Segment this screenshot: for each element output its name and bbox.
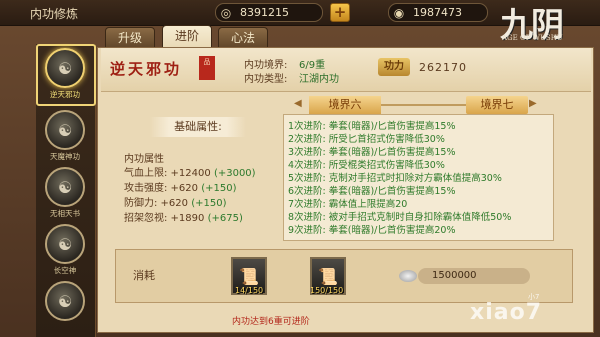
skill-item-2[interactable]: ☯ 无相天书 — [44, 167, 86, 221]
type-value: 江湖内功 — [299, 74, 339, 85]
skill-item-label: 长空神 — [53, 266, 77, 275]
advance-item: 5次进阶: 克制对手招式时扣除对方霸体值提高30% — [288, 173, 502, 184]
base-attributes-title: 基础属性: — [150, 117, 246, 137]
skill-item-4[interactable]: ☯ — [44, 281, 86, 335]
gold-ingot-icon: ◉ — [393, 5, 405, 20]
item-count: 14/150 — [235, 286, 264, 295]
skill-item-label: 天魔神功 — [50, 152, 80, 161]
attribute-bonus: (+150) — [191, 198, 227, 209]
skill-item-label: 无相天书 — [50, 209, 80, 218]
advance-item: 7次进阶: 霸体值上限提高20 — [288, 199, 408, 210]
attribute-label: 攻击强度: +620 — [124, 183, 199, 194]
power-badge: 功力 — [378, 58, 410, 76]
attribute-label: 防御力: +620 — [124, 198, 189, 209]
item-count: 150/150 — [310, 286, 344, 295]
attributes-section-label: 内功属性 — [124, 154, 164, 165]
martial-figure-icon: ☯ — [45, 281, 85, 321]
advance-item: 2次进阶: 所受匕首招式伤害降低30% — [288, 134, 445, 145]
martial-figure-icon: ☯ — [45, 224, 85, 264]
scroll-book-icon: 📜 — [239, 266, 259, 286]
attribute-defense: 防御力: +620 (+150) — [124, 194, 226, 209]
attribute-bonus: (+675) — [207, 213, 243, 224]
attribute-bonus: (+150) — [201, 183, 237, 194]
realm-connector — [381, 104, 466, 106]
silver-coin-icon: ◎ — [220, 5, 232, 20]
skill-item-0[interactable]: ☯ 逆天邪功 — [44, 48, 86, 102]
game-logo: 九阴 AGE OF WUSHU — [498, 0, 598, 50]
arrow-right-icon: ▶ — [529, 98, 537, 109]
advance-item: 9次进阶: 拳套(暗器)/匕首伤害提高20% — [288, 225, 456, 236]
attribute-hp: 气血上限: +12400 (+3000) — [124, 164, 256, 179]
silver-cost: 1500000 — [418, 268, 530, 284]
skill-item-label: 逆天邪功 — [50, 90, 80, 99]
current-realm: 境界六 — [309, 96, 381, 114]
silver-coin-icon — [399, 270, 417, 282]
tab-mind-method[interactable]: 心法 — [218, 27, 268, 49]
attribute-parry-ignore: 招架忽视: +1890 (+675) — [124, 209, 243, 224]
cost-label: 消耗 — [133, 269, 155, 282]
tab-advance[interactable]: 进阶 — [162, 25, 212, 49]
gold-amount: 1987473 — [413, 6, 462, 19]
attribute-attack: 攻击强度: +620 (+150) — [124, 179, 236, 194]
tab-upgrade[interactable]: 升级 — [105, 27, 155, 49]
next-realm: 境界七 — [466, 96, 528, 114]
scroll-book-icon: 📜 — [318, 266, 338, 286]
realm-value: 6/9重 — [299, 60, 326, 71]
martial-figure-icon: ☯ — [45, 48, 85, 88]
advance-requirement-note: 内功达到6重可进阶 — [232, 317, 310, 327]
logo-subtitle: AGE OF WUSHU — [502, 34, 563, 42]
silver-display: ◎ 8391215 — [215, 3, 323, 22]
add-silver-button[interactable]: + — [330, 3, 350, 22]
gold-display: ◉ 1987473 — [388, 3, 488, 22]
silver-amount: 8391215 — [240, 6, 289, 19]
skill-item-1[interactable]: ☯ 天魔神功 — [44, 110, 86, 164]
attribute-bonus: (+3000) — [213, 168, 256, 179]
type-label: 内功类型: — [244, 74, 288, 85]
advance-item: 6次进阶: 拳套(暗器)/匕首伤害提高15% — [288, 186, 456, 197]
advance-item: 4次进阶: 所受棍类招式伤害降低30% — [288, 160, 445, 171]
attribute-label: 招架忽视: +1890 — [124, 213, 205, 224]
martial-figure-icon: ☯ — [45, 110, 85, 150]
advance-item: 1次进阶: 拳套(暗器)/匕首伤害提高15% — [288, 121, 456, 132]
seal-stamp: 品 — [199, 56, 215, 80]
watermark-small: 小7 — [528, 293, 540, 301]
window-title: 内功修炼 — [30, 7, 79, 21]
power-value: 262170 — [419, 61, 467, 74]
advance-item: 3次进阶: 拳套(暗器)/匕首伤害提高15% — [288, 147, 456, 158]
arrow-left-icon: ◀ — [294, 98, 302, 109]
advance-item: 8次进阶: 被对手招式克制时自身扣除霸体值降低50% — [288, 212, 512, 223]
watermark: xiao7 — [470, 300, 542, 325]
attribute-label: 气血上限: +12400 — [124, 168, 211, 179]
realm-label: 内功境界: — [244, 60, 288, 71]
skill-item-3[interactable]: ☯ 长空神 — [44, 224, 86, 278]
martial-figure-icon: ☯ — [45, 167, 85, 207]
